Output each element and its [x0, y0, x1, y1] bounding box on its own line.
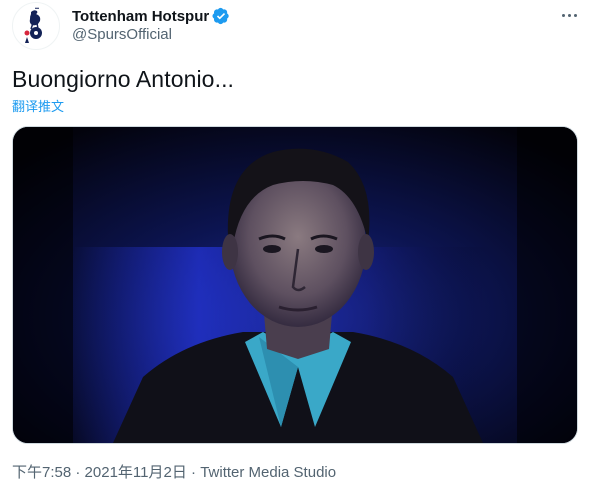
more-dot-icon	[561, 13, 565, 17]
tweet-source-link[interactable]: Twitter Media Studio	[200, 464, 336, 481]
meta-separator: ·	[186, 464, 201, 481]
author-display-name[interactable]: Tottenham Hotspur	[72, 8, 209, 25]
author-handle[interactable]: @SpursOfficial	[72, 26, 172, 43]
author-name-row: Tottenham Hotspur	[72, 6, 230, 26]
verified-badge-icon	[212, 7, 229, 25]
spurs-cockerel-crest-icon	[24, 7, 42, 43]
meta-separator: ·	[71, 464, 85, 481]
more-dot-icon	[567, 13, 571, 17]
tweet-card: Tottenham Hotspur @SpursOfficial Buongio…	[0, 0, 598, 481]
translate-tweet-link[interactable]: 翻译推文	[12, 96, 64, 115]
tweet-meta: 下午7:58 · 2021年11月2日 · Twitter Media Stud…	[12, 461, 336, 482]
more-options-button[interactable]	[558, 4, 580, 26]
video-frame-portrait	[13, 127, 577, 443]
more-dot-icon	[573, 13, 577, 17]
tweet-date[interactable]: 2021年11月2日	[85, 464, 187, 481]
tweet-time[interactable]: 下午7:58	[12, 464, 71, 481]
tweet-text: Buongiorno Antonio...	[12, 66, 235, 92]
tweet-video[interactable]	[12, 126, 578, 444]
author-avatar[interactable]	[12, 2, 60, 50]
